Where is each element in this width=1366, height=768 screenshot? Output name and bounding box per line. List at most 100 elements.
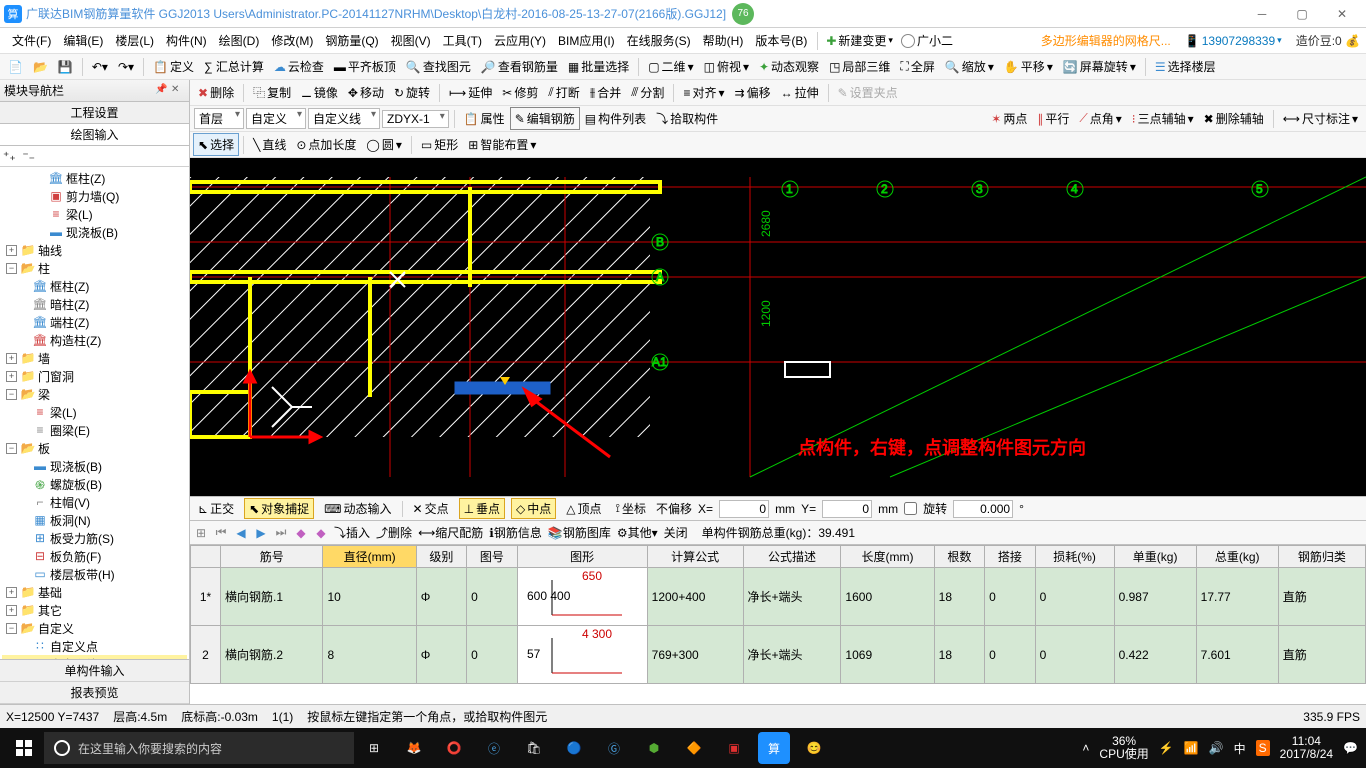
save-file-icon[interactable]: 💾	[54, 58, 77, 76]
app-edge-icon[interactable]: ⓔ	[474, 728, 514, 768]
new-change-button[interactable]: ✚新建变更▾	[822, 30, 897, 51]
tree-node[interactable]: +📁门窗洞	[2, 367, 187, 385]
tab-report-preview[interactable]: 报表预览	[0, 682, 189, 704]
tab-draw-input[interactable]: 绘图输入	[0, 124, 189, 146]
comp-list-button[interactable]: ▤构件列表	[581, 108, 650, 129]
notification-badge[interactable]: 76	[732, 3, 754, 25]
tree-node[interactable]: ▭楼层板带(H)	[2, 565, 187, 583]
property-button[interactable]: 📋属性	[460, 108, 509, 129]
close-table-button[interactable]: 关闭	[664, 524, 688, 541]
ime-indicator[interactable]: 中	[1234, 740, 1246, 757]
menu-item[interactable]: 构件(N)	[160, 31, 213, 51]
menu-item[interactable]: 编辑(E)	[57, 31, 109, 51]
tree-node[interactable]: +📁基础	[2, 583, 187, 601]
join-button[interactable]: ⫵合并	[586, 82, 626, 103]
bird-view-button[interactable]: ◫俯视▾	[700, 56, 753, 77]
app-generic3-icon[interactable]: ⬢	[634, 728, 674, 768]
tree-node[interactable]: 🏛端柱(Z)	[2, 313, 187, 331]
tree-node[interactable]: ⊟板负筋(F)	[2, 547, 187, 565]
start-button[interactable]	[0, 728, 48, 768]
other-button[interactable]: ⚙其他▾	[617, 524, 658, 541]
tree-node[interactable]: +📁其它	[2, 601, 187, 619]
menu-item[interactable]: 修改(M)	[265, 31, 319, 51]
y-offset-input[interactable]	[822, 500, 872, 518]
line-button[interactable]: ╲直线	[249, 134, 290, 155]
undo-icon[interactable]: ↶▾	[88, 58, 112, 76]
last-icon[interactable]: ⏭	[274, 525, 288, 540]
perp-snap[interactable]: ⊥垂点	[459, 498, 505, 519]
mid-snap[interactable]: ◇中点	[511, 498, 556, 519]
menu-item[interactable]: 帮助(H)	[697, 31, 750, 51]
tray-sogou-icon[interactable]: S	[1256, 740, 1270, 756]
col-config-icon[interactable]: ⊞	[194, 526, 208, 540]
clock[interactable]: 11:042017/8/24	[1280, 735, 1333, 761]
tray-network-icon[interactable]: 📶	[1184, 741, 1199, 755]
tray-volume-icon[interactable]: 🔊	[1209, 741, 1224, 755]
trim-button[interactable]: ✂修剪	[498, 82, 542, 103]
tree-node[interactable]: 🏛框柱(Z)	[2, 277, 187, 295]
tree-node[interactable]: −📂自定义	[2, 619, 187, 637]
panel-close-icon[interactable]: ✕	[171, 84, 185, 98]
phone-button[interactable]: 📱13907298339▾	[1181, 32, 1286, 50]
set-grip-button[interactable]: ✎设置夹点	[834, 82, 902, 103]
insert-row-button[interactable]: ⤵插入	[334, 524, 370, 541]
cross-snap[interactable]: ✕交点	[409, 499, 453, 518]
expand-all-icon[interactable]: ⁺₊	[3, 149, 16, 163]
cost-bean-label[interactable]: 造价豆:0 💰	[1296, 32, 1360, 49]
select-floor-button[interactable]: ☰选择楼层	[1151, 56, 1220, 77]
screen-rotate-button[interactable]: 🔄屏幕旋转▾	[1059, 56, 1140, 77]
find-elem-button[interactable]: 🔍查找图元	[402, 56, 475, 77]
ortho-toggle[interactable]: ⊾正交	[194, 499, 238, 518]
snap-toggle[interactable]: ⬉对象捕捉	[244, 498, 314, 519]
menu-item[interactable]: 工具(T)	[437, 31, 488, 51]
define-button[interactable]: 📋定义	[149, 56, 198, 77]
tree-node[interactable]: ▣剪力墙(Q)	[2, 187, 187, 205]
sum-calc-button[interactable]: ∑ 汇总计算	[200, 56, 268, 77]
flat-top-button[interactable]: ▬平齐板顶	[330, 56, 400, 77]
tree-node[interactable]: ≡梁(L)	[2, 403, 187, 421]
menu-item[interactable]: 在线服务(S)	[621, 31, 697, 51]
prev-icon[interactable]: ◀	[234, 526, 248, 540]
stretch-button[interactable]: ↔拉伸	[777, 82, 823, 103]
zoom-button[interactable]: 🔍缩放▾	[941, 56, 998, 77]
new-file-icon[interactable]: 📄	[4, 58, 27, 76]
point-angle-button[interactable]: ⟋点角▾	[1075, 108, 1125, 129]
del-aux-button[interactable]: ✖删除辅轴	[1200, 108, 1268, 129]
next2-icon[interactable]: ◆	[314, 526, 328, 540]
2d-button[interactable]: ▢二维▾	[644, 56, 697, 77]
tree-node[interactable]: 🏛构造柱(Z)	[2, 331, 187, 349]
maximize-button[interactable]: ▢	[1282, 2, 1322, 26]
break-button[interactable]: ⫽打断	[544, 82, 583, 103]
tree-node[interactable]: ⊞板受力筋(S)	[2, 529, 187, 547]
tree-node[interactable]: ≡圈梁(E)	[2, 421, 187, 439]
batch-select-button[interactable]: ▦批量选择	[564, 56, 633, 77]
task-view-icon[interactable]: ⊞	[354, 728, 394, 768]
menu-item[interactable]: 云应用(Y)	[488, 31, 552, 51]
tree-node[interactable]: +📁轴线	[2, 241, 187, 259]
menu-item[interactable]: 钢筋量(Q)	[319, 31, 384, 51]
dimension-button[interactable]: ⟷尺寸标注▾	[1279, 108, 1362, 129]
mirror-button[interactable]: ⚊镜像	[297, 82, 342, 103]
menu-item[interactable]: 版本号(B)	[749, 31, 813, 51]
dynamic-view-button[interactable]: ✦动态观察	[755, 56, 823, 77]
rotate-input[interactable]	[953, 500, 1013, 518]
menu-item[interactable]: 文件(F)	[6, 31, 57, 51]
tree-node[interactable]: ⌐柱帽(V)	[2, 493, 187, 511]
menu-item[interactable]: 视图(V)	[385, 31, 437, 51]
tree-node[interactable]: −📂板	[2, 439, 187, 457]
edit-rebar-button[interactable]: ✎编辑钢筋	[511, 108, 579, 129]
tree-node[interactable]: ▬现浇板(B)	[2, 223, 187, 241]
rebar-grid[interactable]: 筋号直径(mm)级别图号图形计算公式公式描述长度(mm)根数搭接损耗(%)单重(…	[190, 544, 1366, 704]
close-button[interactable]: ✕	[1322, 2, 1362, 26]
baseline-snap[interactable]: ⟟坐标	[612, 499, 650, 518]
pick-comp-button[interactable]: ⤵拾取构件	[652, 108, 722, 129]
minimize-button[interactable]: ─	[1242, 2, 1282, 26]
tray-icon-1[interactable]: ⚡	[1159, 741, 1174, 755]
app-chrome-icon[interactable]: ⭕	[434, 728, 474, 768]
scale-rebar-button[interactable]: ⟷缩尺配筋	[418, 524, 483, 541]
select-button[interactable]: ⬉选择	[194, 134, 238, 155]
tree-node[interactable]: −📂柱	[2, 259, 187, 277]
app-generic1-icon[interactable]: 🔵	[554, 728, 594, 768]
tree-node[interactable]: 🏛暗柱(Z)	[2, 295, 187, 313]
redo-icon[interactable]: ↷▾	[114, 58, 138, 76]
